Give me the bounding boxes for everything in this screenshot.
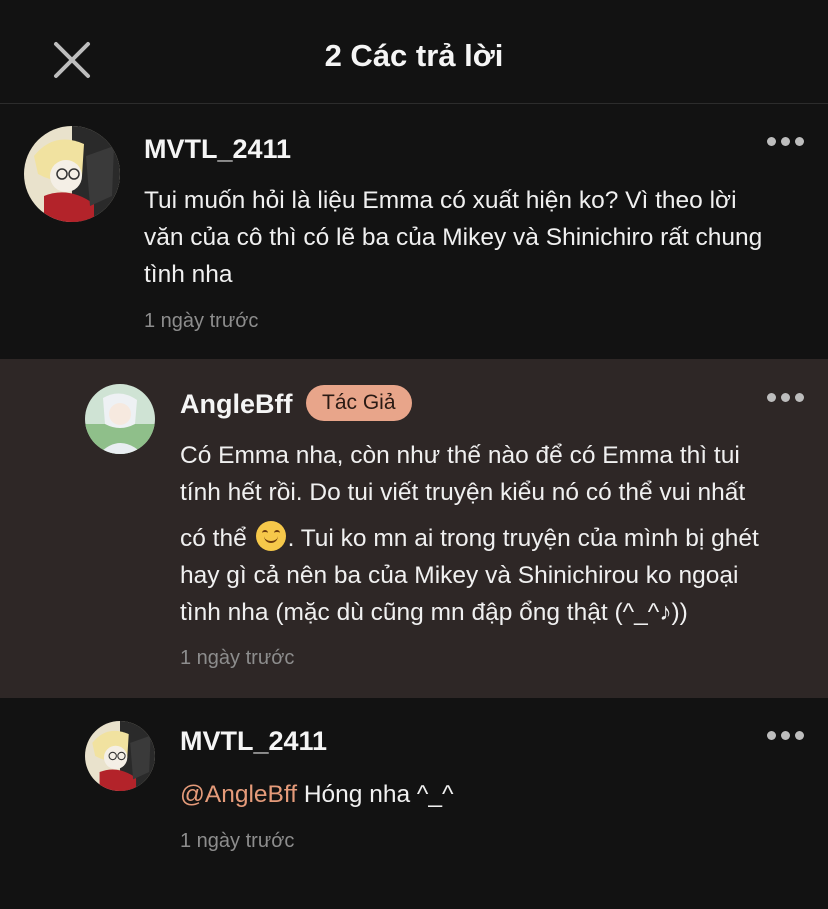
timestamp: 1 ngày trước (144, 310, 259, 332)
comment-text: Có Emma nha, còn như thế nào để có Emma … (180, 442, 759, 626)
username[interactable]: MVTL_2411 (180, 726, 327, 757)
avatar[interactable] (24, 126, 120, 222)
comment-text: Tui muốn hỏi là liệu Emma có xuất hiện k… (144, 187, 763, 288)
username[interactable]: AngleBff (180, 389, 292, 420)
more-options-icon[interactable] (767, 389, 807, 405)
mention-link[interactable]: @AngleBff (180, 781, 297, 808)
username[interactable]: MVTL_2411 (144, 134, 291, 165)
page-title: 2 Các trả lời (324, 38, 504, 73)
replies-header: 2 Các trả lời (0, 0, 828, 104)
avatar[interactable] (85, 721, 155, 791)
comment-item: MVTL_2411 @AngleBff Hóng nha ^_^ 1 ngày … (0, 698, 828, 909)
comment-item: MVTL_2411 Tui muốn hỏi là liệu Emma có x… (0, 104, 828, 359)
author-badge: Tác Giả (306, 385, 412, 421)
timestamp: 1 ngày trước (180, 647, 295, 669)
more-options-icon[interactable] (767, 727, 807, 743)
more-options-icon[interactable] (767, 133, 807, 149)
comment-item-author: AngleBff Tác Giả Có Emma nha, còn như th… (0, 359, 828, 698)
comment-text: @AngleBff Hóng nha ^_^ (180, 781, 454, 808)
timestamp: 1 ngày trước (180, 830, 295, 852)
avatar[interactable] (85, 384, 155, 454)
smiling-face-emoji-icon (255, 521, 286, 551)
